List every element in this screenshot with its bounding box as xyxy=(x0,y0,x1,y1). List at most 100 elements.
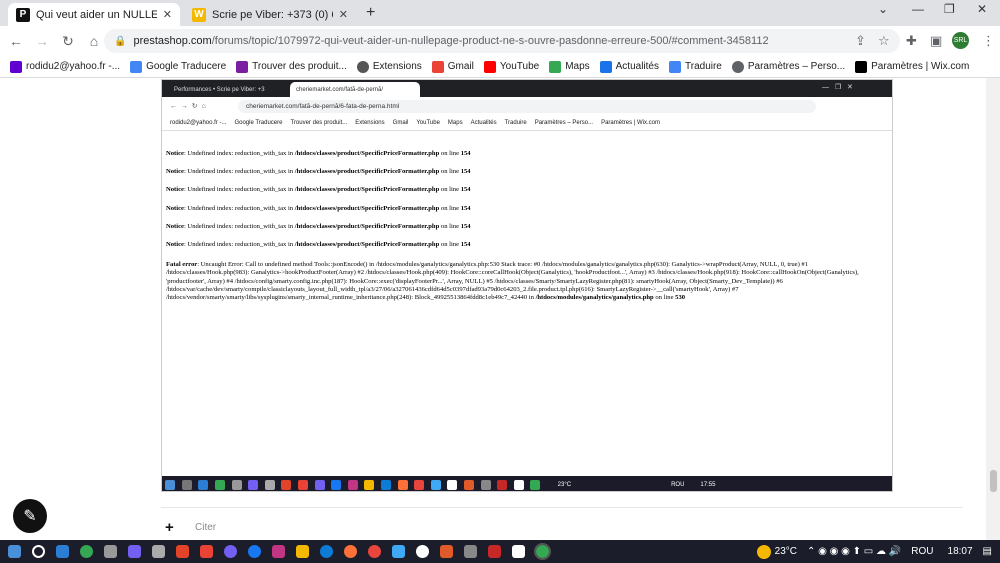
app-icon[interactable] xyxy=(152,545,165,558)
tab-viber[interactable]: W Scrie pe Viber: +373 (0) 6022572 ✕ xyxy=(184,3,356,26)
side-panel-icon[interactable]: ▣ xyxy=(930,33,942,49)
bookmark-item[interactable]: Paramètres | Wix.com xyxy=(855,60,969,73)
minimize-button[interactable]: — xyxy=(912,2,924,16)
viber-favicon-icon: W xyxy=(192,7,206,22)
screenshot-window-controls: — ❐ ✕ xyxy=(822,84,853,91)
notice-line: Notice: Undefined index: reduction_with_… xyxy=(166,186,471,194)
viber-icon[interactable] xyxy=(224,545,237,558)
language-indicator[interactable]: ROU xyxy=(911,546,933,557)
back-icon[interactable]: ← xyxy=(5,33,27,49)
prestashop-favicon-icon: P xyxy=(16,7,30,22)
notice-line: Notice: Undefined index: reduction_with_… xyxy=(166,204,471,212)
settings-icon[interactable] xyxy=(104,545,117,558)
quote-link[interactable]: Citer xyxy=(195,522,216,533)
task-view-icon[interactable] xyxy=(56,545,69,558)
address-bar[interactable]: 🔒 prestashop.com/forums/topic/1079972-qu… xyxy=(104,29,900,53)
add-button[interactable]: + xyxy=(165,519,174,536)
forward-icon[interactable]: → xyxy=(31,33,53,49)
menu-icon[interactable]: ⋮ xyxy=(982,33,995,49)
app-icon[interactable] xyxy=(416,545,429,558)
scrollbar[interactable] xyxy=(986,78,1000,540)
gear-icon xyxy=(731,60,744,73)
news-icon xyxy=(599,60,612,73)
firefox-icon[interactable] xyxy=(344,545,357,558)
tab-strip: P Qui veut aider un NULLE??Page p ✕ W Sc… xyxy=(0,0,1000,26)
screenshot-lang: ROU xyxy=(671,481,685,488)
scrollbar-thumb[interactable] xyxy=(990,470,997,492)
new-tab-button[interactable]: + xyxy=(366,4,375,22)
yahoo-icon xyxy=(10,60,22,73)
weather-icon[interactable] xyxy=(756,544,771,559)
restore-button[interactable]: ❐ xyxy=(944,2,955,16)
screenshot-tab: cheriemarket.com/fată-de-pernă/ xyxy=(290,82,420,97)
screenshot-clock: 17:55 xyxy=(700,481,716,488)
close-tab-icon[interactable]: ✕ xyxy=(163,8,172,21)
gmail-icon xyxy=(431,60,444,73)
search-icon[interactable] xyxy=(32,545,45,558)
bookmark-item[interactable]: rodidu2@yahoo.fr -... xyxy=(10,60,120,73)
app-icon[interactable] xyxy=(296,545,309,558)
prestashop-icon[interactable] xyxy=(512,545,525,558)
opera-icon[interactable] xyxy=(368,545,381,558)
close-tab-icon[interactable]: ✕ xyxy=(339,8,348,21)
edit-fab-button[interactable]: ✎ xyxy=(13,499,47,533)
youtube-icon xyxy=(483,60,496,73)
weather-temp[interactable]: 23°C xyxy=(775,546,797,557)
start-icon[interactable] xyxy=(8,545,21,558)
instagram-icon[interactable] xyxy=(272,545,285,558)
php-error-output: Notice: Undefined index: reduction_with_… xyxy=(166,150,886,302)
tab-search-icon[interactable]: ⌄ xyxy=(878,2,888,16)
extensions-icon[interactable]: ✚ xyxy=(906,33,917,49)
home-icon[interactable]: ⌂ xyxy=(83,33,105,49)
tab-title: Qui veut aider un NULLE??Page p xyxy=(36,8,157,21)
lock-icon: 🔒 xyxy=(114,35,127,47)
notice-line: Notice: Undefined index: reduction_with_… xyxy=(166,150,471,157)
bookmark-item[interactable]: Maps xyxy=(549,60,590,73)
translate-icon xyxy=(130,60,143,73)
app-icon[interactable] xyxy=(392,545,405,558)
divider xyxy=(161,507,963,508)
notice-line: Notice: Undefined index: reduction_with_… xyxy=(166,168,471,176)
url-path: /forums/topic/1079972-qui-veut-aider-un-… xyxy=(211,35,769,47)
notifications-icon[interactable]: ▤ xyxy=(983,546,992,557)
chrome-icon[interactable] xyxy=(80,545,93,558)
puzzle-icon xyxy=(356,60,369,73)
bookmark-item[interactable]: Gmail xyxy=(431,60,474,73)
bookmark-item[interactable]: Paramètres – Perso... xyxy=(731,60,845,73)
facebook-icon[interactable] xyxy=(248,545,261,558)
screenshot-tab: Performances • Scrie pe Viber: +3 xyxy=(174,86,265,93)
app-icon[interactable] xyxy=(440,545,453,558)
edge-icon[interactable] xyxy=(320,545,333,558)
bookmark-item[interactable]: Actualités xyxy=(599,60,659,73)
app-icon[interactable] xyxy=(488,545,501,558)
bookmark-item[interactable]: Trouver des produit... xyxy=(236,60,347,73)
translate-icon xyxy=(669,60,681,73)
product-icon xyxy=(236,60,249,73)
close-window-button[interactable]: ✕ xyxy=(977,2,987,16)
screenshot-bookmarks-bar: rodidu2@yahoo.fr -... Google Traducere Tro… xyxy=(162,116,892,131)
app-icon[interactable] xyxy=(464,545,477,558)
fatal-error-block: Fatal error: Uncaught Error: Call to und… xyxy=(166,261,859,302)
tab-prestashop[interactable]: P Qui veut aider un NULLE??Page p ✕ xyxy=(8,3,180,26)
reload-icon[interactable]: ↻ xyxy=(57,33,79,50)
screenshot-weather: 23°C xyxy=(557,481,572,488)
app-icon[interactable] xyxy=(176,545,189,558)
bookmark-item[interactable]: Extensions xyxy=(356,60,422,73)
app-icon[interactable] xyxy=(128,545,141,558)
maps-icon xyxy=(549,60,562,73)
bookmark-item[interactable]: YouTube xyxy=(483,60,539,73)
bookmark-item[interactable]: Google Traducere xyxy=(130,60,226,73)
embedded-screenshot: Performances • Scrie pe Viber: +3 cherie… xyxy=(161,79,893,492)
share-icon[interactable]: ⇪ xyxy=(855,33,866,49)
tray-icons[interactable]: ⌃ ◉ ◉ ◉ ⬆ ▭ ☁ 🔊 xyxy=(807,546,901,557)
screenshot-address-bar: cheriemarket.com/fată-de-pernă/6-fata-de… xyxy=(238,100,816,113)
gmail-icon[interactable] xyxy=(200,545,213,558)
screenshot-tab-strip: Performances • Scrie pe Viber: +3 cherie… xyxy=(162,80,892,97)
profile-avatar[interactable]: SRL xyxy=(952,32,969,49)
chrome-icon[interactable] xyxy=(534,543,551,560)
system-tray: 23°C ⌃ ◉ ◉ ◉ ⬆ ▭ ☁ 🔊 ROU 18:07 ▤ xyxy=(756,540,992,563)
tab-title: Scrie pe Viber: +373 (0) 6022572 xyxy=(212,8,333,21)
bookmark-star-icon[interactable]: ☆ xyxy=(878,33,890,49)
clock[interactable]: 18:07 xyxy=(948,546,973,557)
bookmark-item[interactable]: Traduire xyxy=(669,60,722,73)
